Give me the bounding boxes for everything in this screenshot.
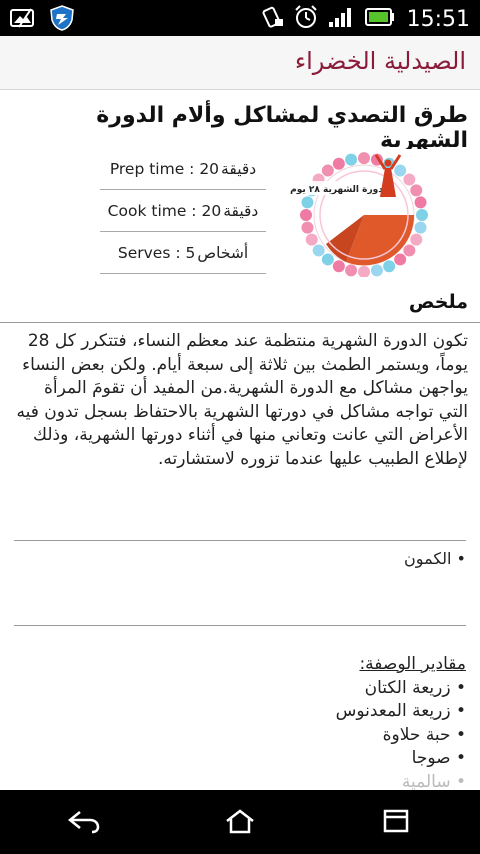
cook-time-unit: دقيقة [223,201,259,220]
navigation-bar [0,790,480,854]
status-bar: 15:51 [0,0,480,36]
cycle-day-dot [394,164,407,177]
back-button[interactable] [66,808,102,838]
system-icons: 15:51 [261,4,470,34]
cycle-day-dot [300,209,312,221]
cycle-day-dot [403,173,416,186]
cycle-day-dot [301,196,314,209]
cook-time-label: Cook time : 20 [107,201,222,220]
back-icon [67,811,100,834]
cycle-day-dot [370,264,383,277]
home-icon [226,809,254,834]
cycle-day-dot [301,221,314,234]
action-bar: الصيدلية الخضراء [0,36,480,90]
cycle-day-dot [332,260,345,273]
cook-time-row: Cook time : 20 دقيقة [100,190,266,232]
cycle-day-dot [394,253,407,266]
summary-text: تكون الدورة الشهرية منتظمة عند معظم النس… [16,331,469,469]
recent-apps-icon [383,809,409,833]
image-caption: الدورة الشهرية ٢٨ يوم [290,185,390,195]
cycle-day-dot [414,196,427,209]
cycle-day-dot [414,221,427,234]
amount-item: • زريعة الكتان [364,677,466,698]
amount-item: • زريعة المعدنوس [335,701,466,721]
cycle-day-dot [410,184,423,197]
ingredient-item: • الكمون [404,549,466,568]
cycle-day-dot [403,244,416,257]
prep-time-unit: دقيقة [221,159,257,178]
serves-label: Serves : 5 [117,243,196,262]
prep-time-row: Prep time : 20 دقيقة [100,148,266,190]
gallery-icon [8,6,38,34]
serves-unit: أشخاص [197,243,249,262]
recipe-title: طرق التصدي لمشاكل وألام الدورة الشهرية [96,103,468,153]
cycle-wheel-illustration: الدورة الشهرية ٢٨ يوم [268,149,460,278]
recipe-amounts: مقادير الوصفة: • زريعة الكتان • زريعة ال… [166,653,466,791]
prep-time-label: Prep time : 20 [109,159,220,178]
amount-item: • سالمية [401,771,466,792]
recipe-content[interactable]: طرق التصدي لمشاكل وألام الدورة الشهرية P… [0,91,480,791]
amount-item: • صوجا [411,748,466,768]
amounts-heading: مقادير الوصفة: [359,654,466,674]
cycle-day-dot [321,253,334,266]
cycle-day-dot [345,264,358,277]
shield-app-icon [48,5,76,35]
home-button[interactable] [222,808,258,838]
cycle-day-dot [332,157,345,170]
ingredients-divider-top [14,540,466,541]
cycle-day-dot [383,260,396,273]
summary-divider [0,322,480,323]
signal-icon [327,5,355,33]
recipe-meta: Prep time : 20 دقيقة Cook time : 20 دقيق… [100,148,266,274]
cycle-day-dot [410,233,423,246]
summary-heading: ملخص [408,291,468,313]
serves-row: Serves : 5 أشخاص [100,232,266,274]
cycle-day-dot [312,244,325,257]
recipe-image[interactable]: الدورة الشهرية ٢٨ يوم [268,149,460,278]
clock-time: 15:51 [406,6,470,32]
cycle-day-dot [358,152,370,165]
notification-icons [8,5,76,35]
cycle-day-dot [416,209,428,221]
ingredients-divider-bottom [14,625,466,626]
rotation-lock-icon [261,5,285,33]
amount-item: • حبة حلاوة [382,724,466,745]
cycle-day-dot [345,153,358,166]
recent-apps-button[interactable] [378,808,414,838]
cycle-day-dot [305,233,318,246]
cycle-day-dot [321,164,334,177]
app-title: الصيدلية الخضراء [294,47,466,75]
battery-icon [363,6,395,32]
alarm-icon [293,4,319,34]
